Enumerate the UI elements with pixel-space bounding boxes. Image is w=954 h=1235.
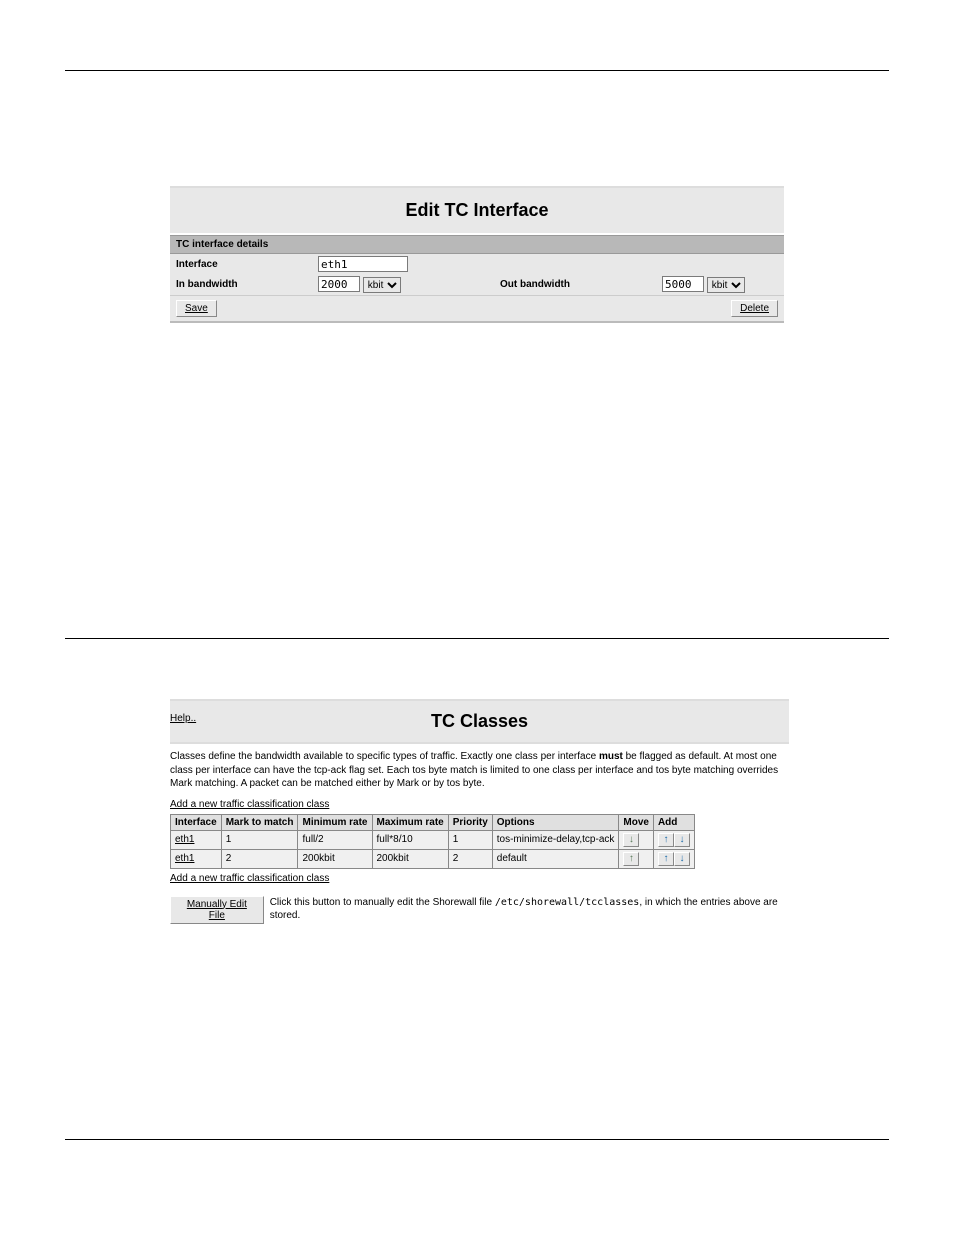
desc-must: must — [599, 751, 623, 762]
add-below-icon[interactable] — [674, 852, 690, 866]
button-row: Save Delete — [170, 295, 784, 323]
panel-header: Edit TC Interface — [170, 186, 784, 235]
col-options: Options — [492, 814, 619, 830]
in-bandwidth-unit-select[interactable]: kbit — [363, 277, 401, 293]
table-row: eth1 2 200kbit 200kbit 2 default ↑ — [171, 849, 695, 868]
add-below-icon[interactable] — [674, 833, 690, 847]
add-above-icon[interactable]: ↑ — [658, 833, 674, 847]
interface-form-table: Interface In bandwidth kbit Out bandwidt… — [170, 254, 784, 295]
row-mark: 2 — [221, 849, 298, 868]
col-add: Add — [653, 814, 694, 830]
in-bandwidth-label: In bandwidth — [170, 274, 312, 295]
col-maxrate: Maximum rate — [372, 814, 448, 830]
col-minrate: Minimum rate — [298, 814, 372, 830]
table-header-row: Interface Mark to match Minimum rate Max… — [171, 814, 695, 830]
panel-header: TC Classes — [170, 699, 789, 744]
edit-tc-interface-panel: Edit TC Interface TC interface details I… — [170, 186, 784, 323]
tc-classes-table: Interface Mark to match Minimum rate Max… — [170, 814, 695, 869]
delete-button[interactable]: Delete — [731, 300, 778, 317]
row-interface-link[interactable]: eth1 — [175, 834, 194, 845]
move-up-icon[interactable] — [623, 852, 639, 866]
manual-edit-description: Click this button to manually edit the S… — [270, 896, 789, 923]
table-row: eth1 1 full/2 full*8/10 1 tos-minimize-d… — [171, 830, 695, 849]
interface-label: Interface — [170, 254, 312, 274]
out-bandwidth-input[interactable] — [662, 276, 704, 292]
page-rule-mid — [65, 638, 889, 639]
row-priority: 1 — [448, 830, 492, 849]
out-bandwidth-unit-select[interactable]: kbit — [707, 277, 745, 293]
manual-path: /etc/shorewall/tcclasses — [495, 897, 640, 908]
help-link[interactable]: Help.. — [170, 713, 196, 724]
col-move: Move — [619, 814, 654, 830]
row-max: 200kbit — [372, 849, 448, 868]
page-title: Edit TC Interface — [170, 200, 784, 221]
row-interface-link[interactable]: eth1 — [175, 853, 194, 864]
page-rule-bottom — [65, 1139, 889, 1140]
save-button[interactable]: Save — [176, 300, 217, 317]
manual-edit-row: Manually Edit File Click this button to … — [170, 896, 789, 924]
page-title: TC Classes — [170, 711, 789, 732]
row-priority: 2 — [448, 849, 492, 868]
details-header: TC interface details — [170, 235, 784, 254]
add-class-link-top[interactable]: Add a new traffic classification class — [170, 799, 329, 810]
row-min: 200kbit — [298, 849, 372, 868]
move-down-icon[interactable] — [623, 833, 639, 847]
desc-part1: Classes define the bandwidth available t… — [170, 751, 599, 762]
row-min: full/2 — [298, 830, 372, 849]
tc-classes-panel: Help.. TC Classes Classes define the ban… — [170, 699, 789, 924]
row-max: full*8/10 — [372, 830, 448, 849]
col-priority: Priority — [448, 814, 492, 830]
row-options: tos-minimize-delay,tcp-ack — [492, 830, 619, 849]
add-above-icon[interactable]: ↑ — [658, 852, 674, 866]
description-text: Classes define the bandwidth available t… — [170, 750, 789, 791]
col-mark: Mark to match — [221, 814, 298, 830]
in-bandwidth-input[interactable] — [318, 276, 360, 292]
manual-txt-pre: Click this button to manually edit the S… — [270, 897, 495, 908]
row-mark: 1 — [221, 830, 298, 849]
manually-edit-file-button[interactable]: Manually Edit File — [170, 896, 264, 924]
row-options: default — [492, 849, 619, 868]
col-interface: Interface — [171, 814, 222, 830]
add-class-link-bottom[interactable]: Add a new traffic classification class — [170, 873, 329, 884]
page-rule-top — [65, 70, 889, 71]
out-bandwidth-label: Out bandwidth — [494, 274, 656, 295]
interface-input[interactable] — [318, 256, 408, 272]
